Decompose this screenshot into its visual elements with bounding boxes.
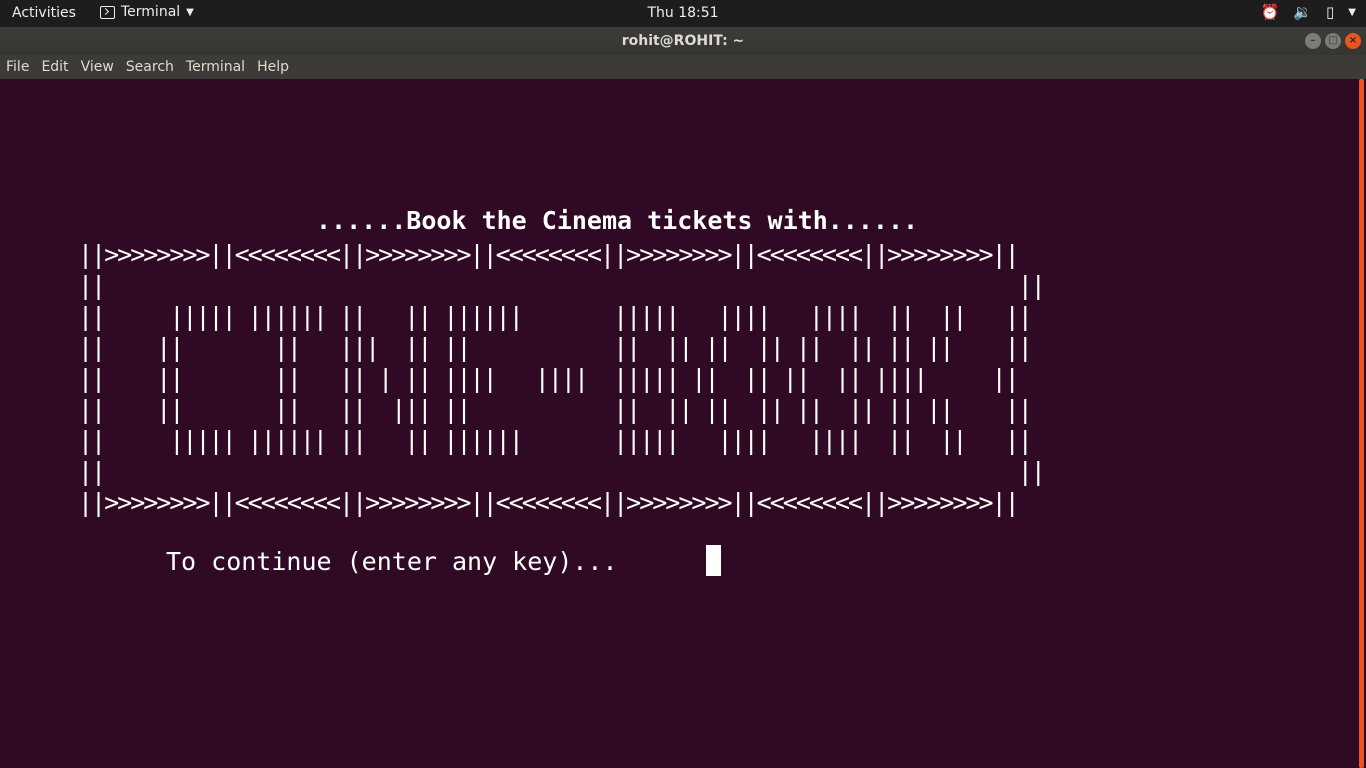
menu-edit[interactable]: Edit	[35, 55, 74, 79]
app-menu[interactable]: Terminal ▼	[100, 4, 194, 20]
ascii-banner: ||>>>>>>>>||<<<<<<<<||>>>>>>>>||<<<<<<<<…	[78, 239, 1046, 518]
alarm-icon[interactable]: ⏰	[1261, 3, 1280, 21]
activities-button[interactable]: Activities	[12, 5, 76, 21]
banner-line: || || || || ||| || || || || || || || || …	[78, 395, 1033, 424]
battery-icon[interactable]: ▯	[1326, 3, 1334, 21]
terminal-output[interactable]: ......Book the Cinema tickets with......…	[0, 79, 1366, 768]
menu-terminal[interactable]: Terminal	[180, 55, 251, 79]
maximize-button[interactable]: □	[1325, 33, 1341, 49]
banner-line: ||>>>>>>>>||<<<<<<<<||>>>>>>>>||<<<<<<<<…	[78, 240, 1020, 269]
menu-view[interactable]: View	[75, 55, 120, 79]
close-button[interactable]: ×	[1345, 33, 1361, 49]
terminal-icon	[100, 5, 115, 19]
window-title-bar[interactable]: rohit@ROHIT: ~ – □ ×	[0, 27, 1366, 55]
scrollbar[interactable]	[1359, 79, 1364, 768]
menu-help[interactable]: Help	[251, 55, 295, 79]
volume-icon[interactable]: 🔉	[1293, 3, 1312, 21]
minimize-button[interactable]: –	[1305, 33, 1321, 49]
banner-line: || || || ||| || || || || || || || || || …	[78, 333, 1033, 362]
heading-text: ......Book the Cinema tickets with......	[316, 206, 919, 235]
system-tray[interactable]: ⏰ 🔉 ▯ ▼	[1261, 3, 1356, 21]
continue-prompt: To continue (enter any key)...	[166, 547, 618, 576]
banner-line: || ||||| |||||| || || |||||| ||||| |||| …	[78, 426, 1033, 455]
banner-line: || ||	[78, 457, 1046, 486]
banner-line: || || || || | || |||| |||| ||||| || || |…	[78, 364, 1020, 393]
clock[interactable]: Thu 18:51	[647, 5, 718, 21]
menu-bar: File Edit View Search Terminal Help	[0, 55, 1366, 79]
banner-line: || ||||| |||||| || || |||||| ||||| |||| …	[78, 302, 1033, 331]
menu-search[interactable]: Search	[120, 55, 180, 79]
window-title: rohit@ROHIT: ~	[621, 33, 745, 49]
menu-file[interactable]: File	[0, 55, 35, 79]
chevron-down-icon: ▼	[186, 6, 194, 18]
chevron-down-icon[interactable]: ▼	[1348, 7, 1356, 18]
app-menu-label: Terminal	[121, 4, 181, 20]
banner-line: ||>>>>>>>>||<<<<<<<<||>>>>>>>>||<<<<<<<<…	[78, 488, 1020, 517]
banner-line: || ||	[78, 271, 1046, 300]
top-bar: Activities Terminal ▼ Thu 18:51 ⏰ 🔉 ▯ ▼	[0, 0, 1366, 27]
text-cursor	[706, 545, 721, 576]
